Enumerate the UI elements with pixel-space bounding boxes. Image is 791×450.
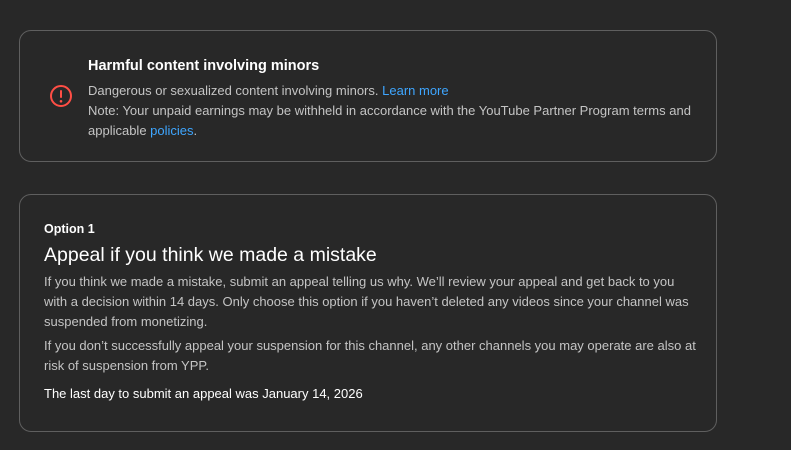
violation-note: Note: Your unpaid earnings may be withhe… (88, 101, 703, 141)
policies-link[interactable]: policies (150, 123, 193, 138)
learn-more-link[interactable]: Learn more (382, 83, 448, 98)
option-title: Appeal if you think we made a mistake (44, 244, 377, 266)
violation-content: Harmful content involving minors Dangero… (88, 57, 703, 141)
alert-circle-icon (50, 85, 72, 107)
violation-description-text: Dangerous or sexualized content involvin… (88, 83, 379, 98)
violation-note-suffix: . (193, 123, 198, 138)
violation-description: Dangerous or sexualized content involvin… (88, 81, 703, 101)
appeal-option-content: Option 1 Appeal if you think we made a m… (44, 220, 699, 404)
option-label: Option 1 (44, 222, 95, 236)
appeal-option-card: Option 1 Appeal if you think we made a m… (19, 194, 717, 432)
appeal-deadline: The last day to submit an appeal was Jan… (44, 386, 363, 401)
violation-card: Harmful content involving minors Dangero… (19, 30, 717, 162)
option-paragraph-2: If you don’t successfully appeal your su… (44, 338, 696, 373)
violation-title: Harmful content involving minors (88, 58, 320, 74)
option-paragraph-1: If you think we made a mistake, submit a… (44, 274, 689, 329)
page: Harmful content involving minors Dangero… (0, 0, 791, 450)
